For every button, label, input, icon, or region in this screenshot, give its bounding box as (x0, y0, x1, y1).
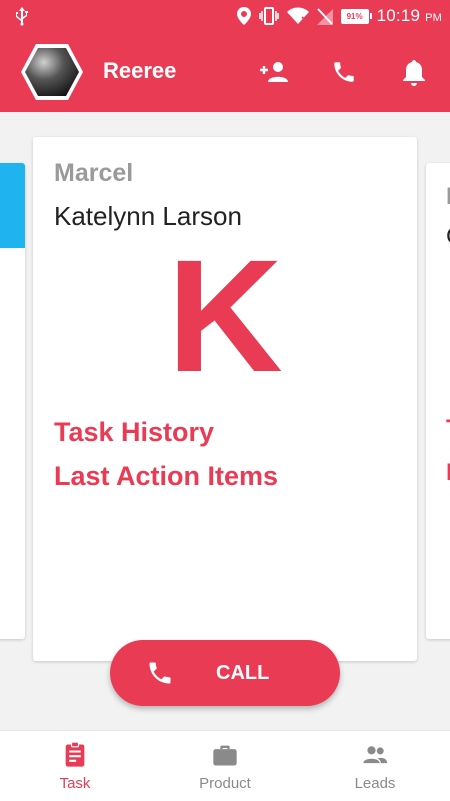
next-card-name-fragment: C (446, 223, 450, 251)
next-card-company-fragment: I (446, 183, 450, 210)
people-icon (361, 741, 389, 769)
contact-card: Marcel Katelynn Larson K Task History La… (33, 137, 417, 661)
clock-ampm: PM (425, 12, 442, 24)
nav-item-label: Product (199, 775, 251, 792)
app-title: Reeree (103, 58, 177, 83)
nav-item-label: Leads (354, 775, 396, 792)
last-action-items-link[interactable]: Last Action Items (54, 461, 278, 492)
company-name: Marcel (54, 159, 134, 187)
clock-time: 10:19 (376, 6, 421, 25)
next-card-link2-fragment: I (446, 459, 450, 486)
clock: 10:19 PM (377, 6, 442, 26)
nav-item-label: Task (59, 775, 91, 792)
call-button-label: CALL (216, 662, 270, 684)
nav-item-task[interactable]: Task (0, 731, 150, 801)
status-bar: 91% 10:19 PM (0, 0, 450, 32)
nav-item-leads[interactable]: Leads (300, 731, 450, 801)
contact-initial: K (167, 226, 283, 405)
wifi-icon (286, 7, 309, 25)
previous-card[interactable] (0, 163, 25, 639)
no-sim-icon (316, 7, 333, 25)
phone-icon[interactable] (328, 56, 360, 88)
previous-card-accent (0, 163, 25, 248)
battery-level: 91% (346, 11, 363, 21)
usb-icon (14, 6, 30, 26)
add-person-icon[interactable] (258, 56, 290, 88)
next-card-link1-fragment: T (446, 415, 450, 443)
nav-item-product[interactable]: Product (150, 731, 300, 801)
avatar[interactable] (20, 42, 84, 102)
vibrate-icon (258, 7, 279, 25)
briefcase-icon (211, 741, 239, 769)
battery-icon: 91% (340, 8, 372, 24)
call-button[interactable]: CALL (110, 640, 340, 706)
app-bar: Reeree (0, 32, 450, 112)
next-card[interactable]: I C T I (426, 163, 450, 639)
location-icon (236, 7, 251, 25)
bottom-nav: Task Product Leads (0, 730, 450, 801)
task-history-link[interactable]: Task History (54, 417, 214, 448)
bell-icon[interactable] (398, 56, 430, 88)
clipboard-icon (61, 741, 89, 769)
phone-icon (146, 659, 174, 687)
